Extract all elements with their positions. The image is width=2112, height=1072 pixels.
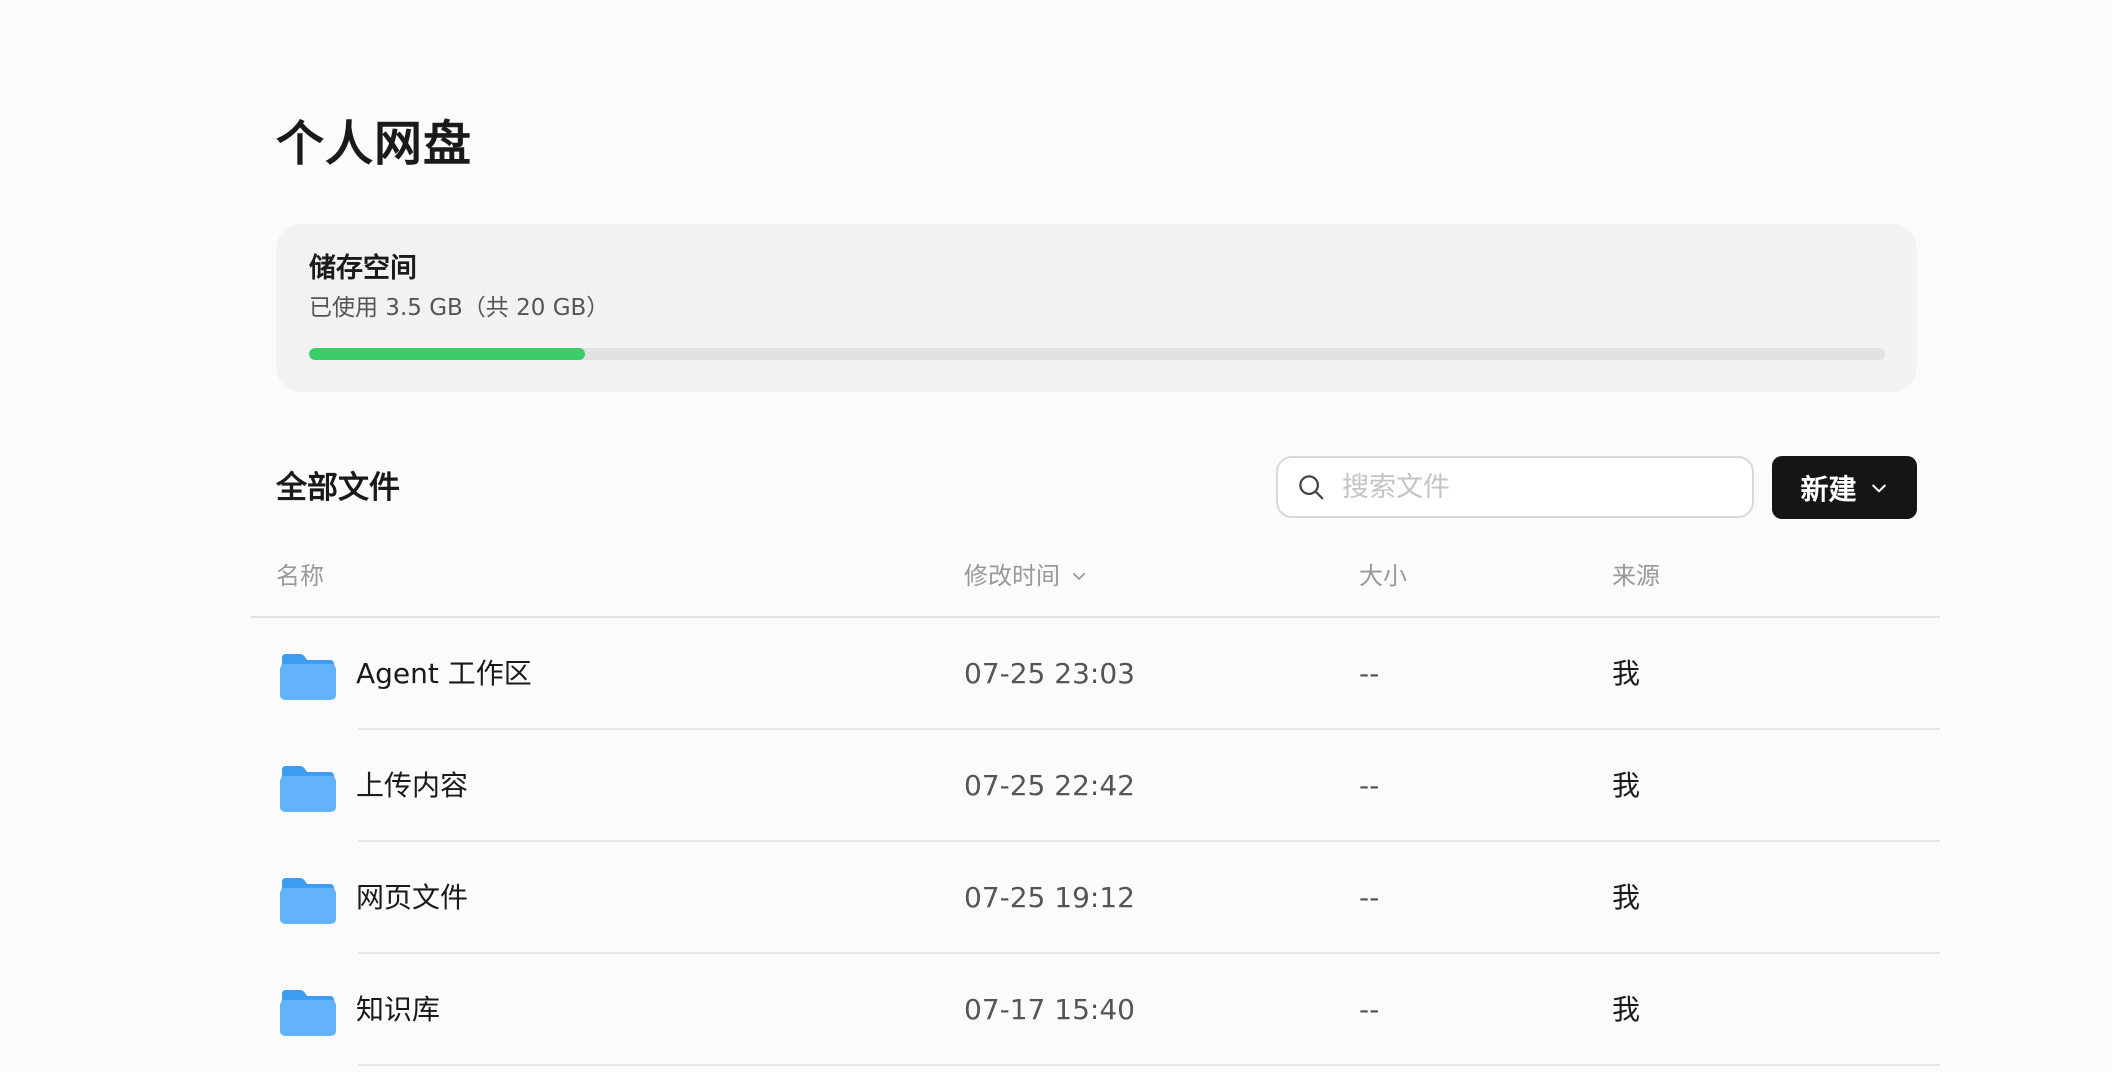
section-title: 全部文件 <box>276 470 400 506</box>
column-header-source[interactable]: 来源 <box>1612 556 1660 596</box>
page-title: 个人网盘 <box>276 116 473 172</box>
table-row[interactable]: 上传内容 07-25 22:42 -- 我 <box>0 730 2112 842</box>
file-name: 上传内容 <box>356 769 469 802</box>
file-name: 网页文件 <box>356 881 469 914</box>
file-size: -- <box>1359 769 1380 802</box>
file-source: 我 <box>1612 881 1641 914</box>
new-button-label: 新建 <box>1800 472 1857 506</box>
file-size: -- <box>1359 657 1380 690</box>
storage-progress-fill <box>309 348 585 360</box>
column-header-size-label: 大小 <box>1359 562 1407 590</box>
file-modified: 07-25 19:12 <box>964 881 1135 914</box>
search-input[interactable] <box>1340 470 1744 504</box>
new-button[interactable]: 新建 <box>1772 456 1917 519</box>
column-header-name[interactable]: 名称 <box>276 556 324 596</box>
file-name: 知识库 <box>356 993 441 1026</box>
table-row[interactable]: 网页文件 07-25 19:12 -- 我 <box>0 842 2112 954</box>
folder-icon <box>280 654 336 700</box>
table-row[interactable]: 知识库 07-17 15:40 -- 我 <box>0 954 2112 1066</box>
column-header-name-label: 名称 <box>276 562 324 590</box>
file-source: 我 <box>1612 769 1641 802</box>
folder-icon <box>280 990 336 1036</box>
file-size: -- <box>1359 881 1380 914</box>
file-source: 我 <box>1612 657 1641 690</box>
file-name: Agent 工作区 <box>356 657 532 690</box>
storage-title: 储存空间 <box>309 253 417 284</box>
storage-card: 储存空间 已使用 3.5 GB（共 20 GB） <box>276 224 1917 392</box>
row-divider <box>358 1064 1940 1066</box>
search-box[interactable] <box>1276 456 1754 518</box>
column-header-modified[interactable]: 修改时间 <box>964 556 1088 596</box>
file-modified: 07-25 22:42 <box>964 769 1135 802</box>
table-row[interactable]: Agent 工作区 07-25 23:03 -- 我 <box>0 618 2112 730</box>
folder-icon <box>280 878 336 924</box>
drive-page: 个人网盘 储存空间 已使用 3.5 GB（共 20 GB） 全部文件 新建 名称… <box>0 0 2112 1072</box>
column-header-source-label: 来源 <box>1612 562 1660 590</box>
file-size: -- <box>1359 993 1380 1026</box>
column-header-size[interactable]: 大小 <box>1359 556 1407 596</box>
chevron-down-icon <box>1871 484 1886 492</box>
file-modified: 07-25 23:03 <box>964 657 1135 690</box>
chevron-down-icon <box>1072 572 1086 580</box>
search-icon <box>1299 475 1324 500</box>
file-modified: 07-17 15:40 <box>964 993 1135 1026</box>
storage-usage-text: 已使用 3.5 GB（共 20 GB） <box>309 295 610 321</box>
table-header: 名称 修改时间 大小 来源 <box>0 556 2112 596</box>
storage-progress-bar <box>309 348 1885 360</box>
folder-icon <box>280 766 336 812</box>
file-source: 我 <box>1612 993 1641 1026</box>
column-header-modified-label: 修改时间 <box>964 562 1060 590</box>
